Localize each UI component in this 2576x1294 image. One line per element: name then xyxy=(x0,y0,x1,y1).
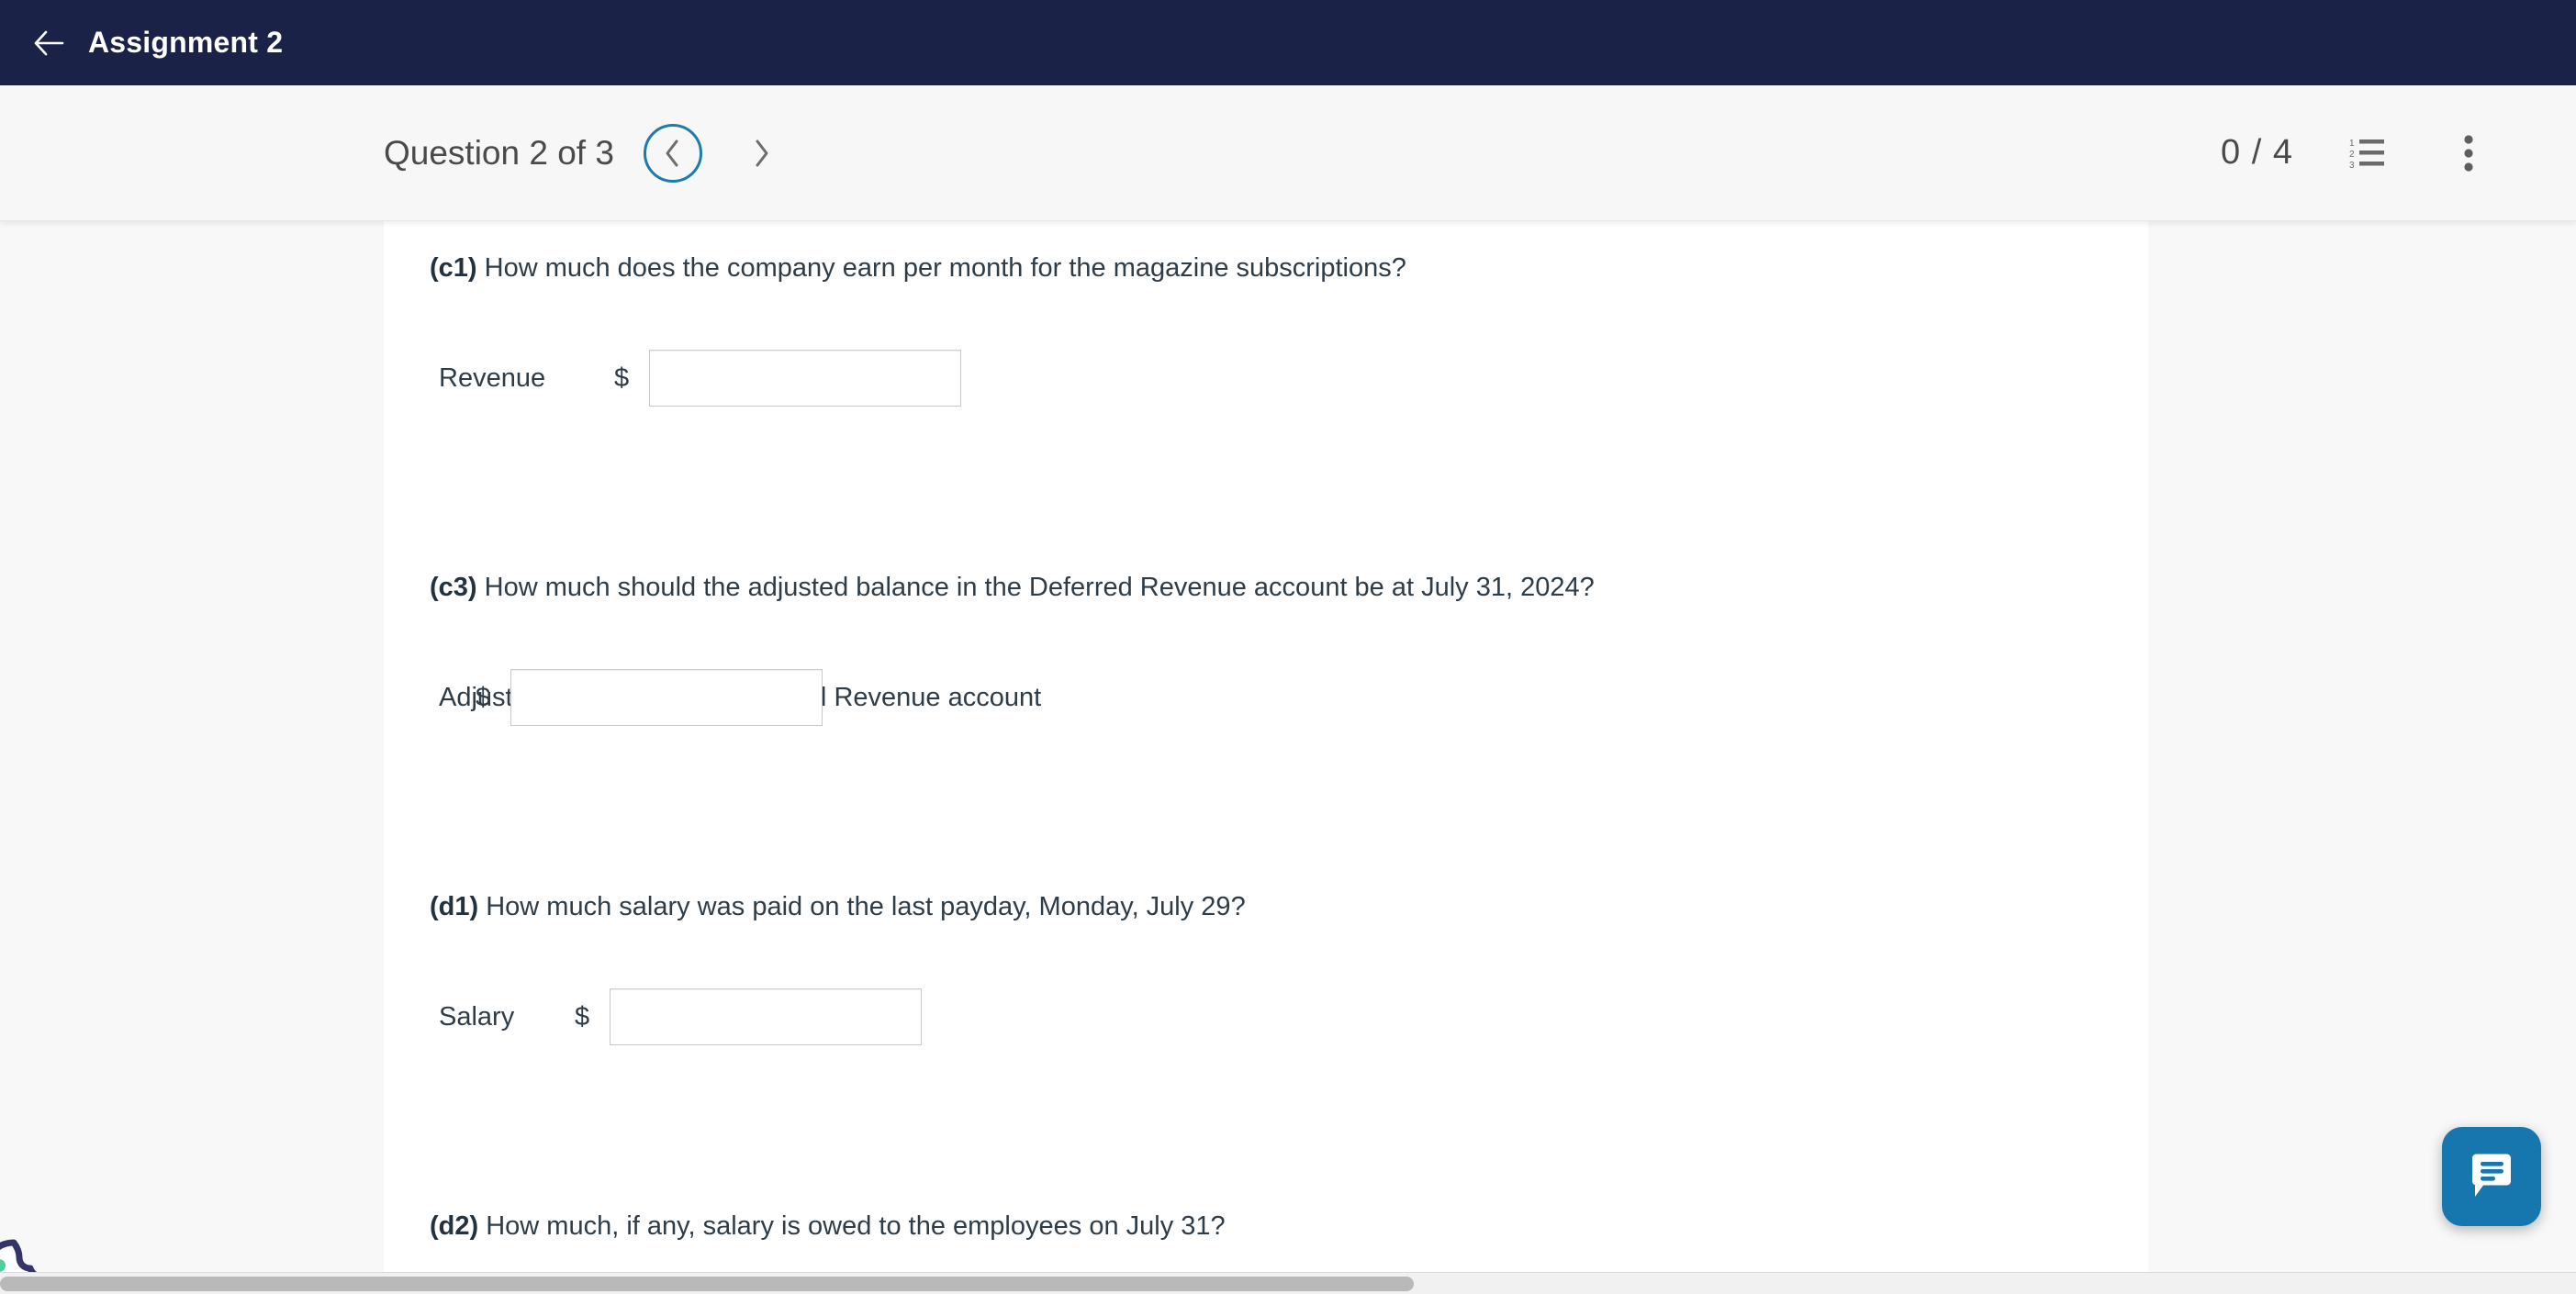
back-button[interactable] xyxy=(20,15,77,72)
question-text-d2: (d2) How much, if any, salary is owed to… xyxy=(411,1207,2148,1245)
currency-symbol-c1: $ xyxy=(614,363,630,393)
arrow-left-icon xyxy=(34,30,64,55)
currency-symbol-c3: $ xyxy=(476,682,491,712)
question-label-c3: (c3) xyxy=(430,573,477,603)
more-options-button[interactable] xyxy=(2442,127,2495,180)
nav-left-group: Question 2 of 3 xyxy=(384,123,790,183)
horizontal-scrollbar[interactable] xyxy=(0,1272,2576,1294)
chevron-left-icon xyxy=(666,139,678,166)
question-list-button[interactable]: 1 2 3 xyxy=(2341,127,2394,180)
chevron-right-icon xyxy=(756,139,768,166)
svg-text:3: 3 xyxy=(2349,161,2355,170)
question-scroll-area[interactable]: (c1) How much does the company earn per … xyxy=(0,221,2576,1294)
question-counter: Question 2 of 3 xyxy=(384,133,614,172)
question-text-d1: (d1) How much salary was paid on the las… xyxy=(411,887,2148,926)
svg-text:2: 2 xyxy=(2349,150,2355,160)
app-header: Assignment 2 xyxy=(0,0,2576,85)
salary-paid-input[interactable] xyxy=(610,988,923,1046)
answer-label-salary-d1: Salary xyxy=(439,1001,515,1032)
question-label-c1: (c1) xyxy=(430,253,477,283)
next-question-button[interactable] xyxy=(732,124,790,183)
previous-question-button[interactable] xyxy=(643,123,702,183)
question-panel: (c1) How much does the company earn per … xyxy=(384,221,2148,1294)
question-body-c1: How much does the company earn per month… xyxy=(476,253,1406,283)
question-body-d1: How much salary was paid on the last pay… xyxy=(478,892,1246,922)
answer-row-d1: Salary $ xyxy=(411,988,2148,1046)
page-title: Assignment 2 xyxy=(88,26,284,59)
assignment-page: Assignment 2 Question 2 of 3 0 / 4 1 2 3… xyxy=(0,0,2576,1294)
horizontal-scrollbar-thumb[interactable] xyxy=(0,1277,1414,1291)
answer-row-c1: Revenue $ xyxy=(411,350,2148,407)
adjusted-balance-input[interactable] xyxy=(510,669,823,727)
numbered-list-icon: 1 2 3 xyxy=(2349,139,2384,170)
question-text-c1: (c1) How much does the company earn per … xyxy=(411,249,2148,287)
nav-right-group: 0 / 4 1 2 3 xyxy=(2221,127,2495,180)
question-text-c3: (c3) How much should the adjusted balanc… xyxy=(411,568,2148,607)
question-body-c3: How much should the adjusted balance in … xyxy=(476,573,1595,603)
score-display: 0 / 4 xyxy=(2221,133,2293,172)
question-label-d1: (d1) xyxy=(430,892,479,922)
more-vertical-icon xyxy=(2464,134,2473,172)
question-body-d2: How much, if any, salary is owed to the … xyxy=(478,1211,1226,1242)
answer-row-c3: Adjusted balance in the Deferred Revenue… xyxy=(411,669,2148,727)
question-block-d1: (d1) How much salary was paid on the las… xyxy=(411,887,2148,1046)
question-block-c3: (c3) How much should the adjusted balanc… xyxy=(411,568,2148,727)
chat-bubble-icon xyxy=(2472,1154,2511,1197)
svg-text:1: 1 xyxy=(2349,139,2355,149)
chat-launcher-button[interactable] xyxy=(2442,1127,2541,1226)
answer-label-revenue: Revenue xyxy=(439,363,546,393)
question-block-c1: (c1) How much does the company earn per … xyxy=(411,249,2148,407)
currency-symbol-d1: $ xyxy=(575,1001,590,1032)
question-nav-bar: Question 2 of 3 0 / 4 1 2 3 xyxy=(0,85,2576,221)
revenue-input[interactable] xyxy=(649,350,962,407)
question-label-d2: (d2) xyxy=(430,1211,479,1242)
